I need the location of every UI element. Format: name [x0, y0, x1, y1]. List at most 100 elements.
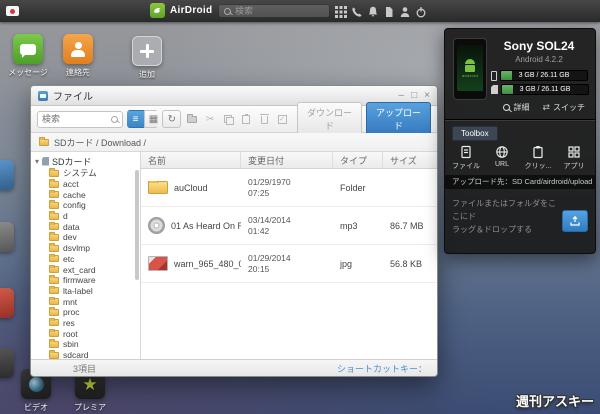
table-row[interactable]: 01 As Heard On Radio Soulwax - Part 1.mp…: [141, 207, 437, 245]
folder-icon: [49, 232, 59, 241]
tool-apps[interactable]: アプリ: [556, 145, 592, 171]
tree-root-label: SDカード: [52, 156, 92, 167]
tree-scrollbar[interactable]: [135, 170, 139, 280]
column-name[interactable]: 名前: [141, 152, 241, 168]
tree-item[interactable]: システム: [31, 168, 140, 179]
topbar-icons: [334, 5, 427, 18]
maximize-icon[interactable]: □: [411, 90, 417, 101]
delete-icon[interactable]: [257, 110, 271, 128]
phone-thumbnail[interactable]: android: [453, 38, 487, 100]
search-icon: [111, 115, 118, 123]
tree-item[interactable]: dsvlmp: [31, 243, 140, 254]
view-toggle: ≡ ▦: [127, 110, 159, 128]
upload-button[interactable]: アップロード: [366, 102, 432, 136]
tree-item[interactable]: ext_card: [31, 264, 140, 275]
download-button[interactable]: ダウンロード: [296, 102, 362, 136]
column-date[interactable]: 変更日付: [241, 152, 333, 168]
close-icon[interactable]: ×: [424, 90, 430, 101]
apps-icon: [568, 146, 580, 158]
tree-item[interactable]: mnt: [31, 296, 140, 307]
refresh-button[interactable]: ↻: [162, 110, 182, 128]
power-icon[interactable]: [414, 5, 427, 18]
tree-item-label: res: [63, 317, 75, 328]
breadcrumb[interactable]: SDカード / Download /: [54, 136, 146, 149]
desktop-icon-messages[interactable]: メッセージ: [4, 34, 52, 78]
partial-desktop-icon[interactable]: [0, 348, 14, 378]
topbar-search-input[interactable]: [235, 6, 319, 16]
table-row[interactable]: auCloud 01/29/1970 07:25 Folder: [141, 169, 437, 207]
item-count: 3項目: [73, 363, 97, 374]
files-icon[interactable]: [382, 5, 395, 18]
desktop-icon-label: プレミア: [74, 403, 106, 412]
phone-icon[interactable]: [350, 5, 363, 18]
tree-item[interactable]: res: [31, 317, 140, 329]
tree-item-label: sbin: [63, 339, 79, 350]
tree-item[interactable]: sdcard: [31, 350, 140, 359]
sdcard-icon: [42, 156, 50, 166]
cut-icon[interactable]: ✂: [203, 110, 217, 128]
internal-storage: 3 GB / 26.11 GB: [491, 70, 588, 81]
user-account-icon[interactable]: [398, 5, 411, 18]
device-panel: android Sony SOL24 Android 4.2.2 3 GB / …: [444, 28, 596, 254]
desktop-icon-add[interactable]: 追加: [123, 36, 171, 80]
airdroid-brand: AirDroid: [150, 3, 212, 18]
tree-item[interactable]: acct: [31, 179, 140, 190]
tool-clipboard[interactable]: クリッ...: [520, 145, 556, 171]
upload-icon: [570, 215, 580, 226]
tree-item[interactable]: root: [31, 328, 140, 339]
notifications-bell-icon[interactable]: [366, 5, 379, 18]
file-date: 01/29/2014: [248, 252, 291, 263]
desktop-icon-label: メッセージ: [8, 68, 48, 77]
tree-item[interactable]: firmware: [31, 275, 140, 286]
file-name: 01 As Heard On Radio Soulwax - Part 1.mp…: [171, 220, 241, 231]
tree-item-label: dsvlmp: [63, 243, 90, 254]
copy-icon[interactable]: [221, 110, 235, 128]
tool-file[interactable]: ファイル: [448, 145, 484, 171]
tree-item[interactable]: etc: [31, 253, 140, 265]
partial-desktop-icon[interactable]: [0, 288, 14, 318]
tree-root-sdcard[interactable]: ▾ SDカード: [31, 154, 140, 168]
phone-screen: android: [457, 45, 483, 91]
tree-item[interactable]: d: [31, 211, 140, 222]
upload-files-button[interactable]: [562, 210, 588, 232]
tree-item[interactable]: cache: [31, 189, 140, 200]
select-all-icon[interactable]: ✓: [275, 110, 289, 128]
shortcut-keys-link[interactable]: ショートカットキー：: [337, 362, 427, 375]
tree-item-label: sdcard: [63, 350, 89, 359]
tree-item[interactable]: config: [31, 200, 140, 211]
folder-icon: [49, 264, 59, 274]
globe-icon: [496, 146, 508, 158]
tree-item[interactable]: proc: [31, 307, 140, 318]
list-view-button[interactable]: ≡: [127, 110, 145, 128]
switch-button[interactable]: ⇄ スイッチ: [542, 102, 585, 113]
grid-view-button[interactable]: ▦: [144, 110, 159, 128]
paste-icon[interactable]: [239, 110, 253, 128]
tool-url[interactable]: URL: [484, 145, 520, 171]
minimize-icon[interactable]: –: [399, 90, 405, 101]
file-search-input[interactable]: [42, 114, 108, 124]
tree-item[interactable]: dev: [31, 232, 140, 243]
partial-desktop-icon[interactable]: [0, 160, 14, 190]
tree-item-label: lta-label: [63, 285, 93, 296]
airdroid-bird-icon: [150, 3, 165, 18]
tree-item[interactable]: lta-label: [31, 285, 140, 297]
column-size[interactable]: サイズ: [383, 152, 437, 168]
status-bar: 3項目 ショートカットキー：: [31, 359, 437, 376]
desktop-icon-contacts[interactable]: 連絡先: [54, 34, 102, 78]
breadcrumb-bar: SDカード / Download /: [31, 133, 437, 152]
column-type[interactable]: タイプ: [333, 152, 383, 168]
upload-dropzone[interactable]: ファイルまたはフォルダをここにド ラッグ＆ドロップする: [445, 189, 595, 253]
apps-grid-icon[interactable]: [334, 5, 347, 18]
partial-desktop-icon[interactable]: [0, 222, 14, 252]
tree-item[interactable]: data: [31, 221, 140, 232]
tree-item-label: data: [63, 221, 80, 232]
tree-item-label: etc: [63, 253, 75, 264]
toolbox-tab[interactable]: Toolbox: [452, 126, 498, 141]
details-button[interactable]: 詳細: [503, 102, 529, 113]
table-row[interactable]: warn_965_480_01_x480.jpg 01/29/201420:15…: [141, 245, 437, 283]
tree-item[interactable]: sbin: [31, 339, 140, 350]
new-folder-icon[interactable]: [185, 110, 199, 128]
storage-bar: 3 GB / 26.11 GB: [501, 84, 589, 95]
chevron-down-icon[interactable]: ▾: [35, 157, 39, 166]
language-flag-icon[interactable]: [6, 6, 19, 16]
